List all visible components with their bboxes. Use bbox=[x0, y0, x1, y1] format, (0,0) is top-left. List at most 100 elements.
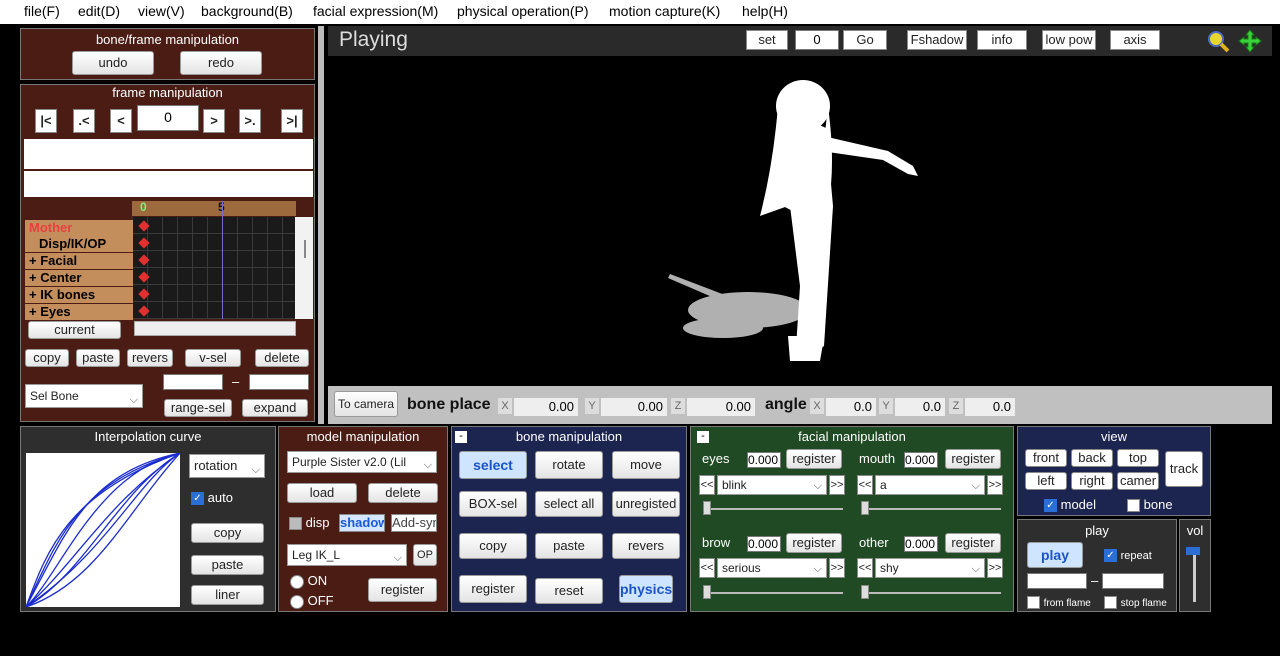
other-morph-dropdown[interactable]: shy ⌵ bbox=[875, 558, 985, 578]
view-track-button[interactable]: track bbox=[1165, 451, 1203, 487]
disp-checkbox[interactable]: disp bbox=[289, 515, 329, 531]
auto-checkbox[interactable]: ✓ auto bbox=[191, 490, 233, 506]
repeat-checkbox[interactable]: ✓ repeat bbox=[1104, 547, 1152, 563]
other-value-field[interactable]: 0.000 bbox=[904, 536, 938, 552]
volume-slider[interactable] bbox=[1193, 548, 1196, 602]
from-frame-input[interactable] bbox=[1027, 573, 1087, 589]
eyes-slider[interactable] bbox=[703, 508, 843, 510]
mouth-slider-knob[interactable] bbox=[861, 501, 869, 515]
brow-next-button[interactable]: >> bbox=[829, 558, 845, 578]
shadow-button[interactable]: shadow bbox=[339, 514, 385, 532]
mouth-value-field[interactable]: 0.000 bbox=[904, 452, 938, 468]
eyes-slider-knob[interactable] bbox=[703, 501, 711, 515]
frame-paste-button[interactable]: paste bbox=[76, 349, 120, 367]
timeline-vscrollbar[interactable] bbox=[295, 217, 313, 319]
delete-model-button[interactable]: delete bbox=[368, 483, 438, 503]
bone-reset-button[interactable]: reset bbox=[535, 578, 603, 604]
view-front-button[interactable]: front bbox=[1025, 449, 1067, 467]
mouth-register-button[interactable]: register bbox=[945, 449, 1001, 469]
stop-frame-input[interactable] bbox=[1102, 573, 1164, 589]
range-start-input[interactable] bbox=[163, 374, 223, 390]
view-top-button[interactable]: top bbox=[1117, 449, 1159, 467]
frame-revers-button[interactable]: revers bbox=[127, 349, 173, 367]
track-ik-bones[interactable]: + IK bones bbox=[25, 287, 133, 303]
mouth-next-button[interactable]: >> bbox=[987, 475, 1003, 495]
mouth-morph-dropdown[interactable]: a ⌵ bbox=[875, 475, 985, 495]
menu-physical-operation[interactable]: physical operation(P) bbox=[457, 3, 589, 19]
mouth-slider[interactable] bbox=[861, 508, 1001, 510]
angle-z-field[interactable]: 0.0 bbox=[965, 398, 1015, 416]
select-button[interactable]: select bbox=[459, 451, 527, 479]
view-camera-button[interactable]: camer bbox=[1117, 472, 1159, 490]
sel-bone-dropdown[interactable]: Sel Bone ⌵ bbox=[25, 384, 143, 408]
stop-flame-checkbox[interactable]: stop flame bbox=[1104, 594, 1167, 610]
v-sel-button[interactable]: v-sel bbox=[185, 349, 241, 367]
angle-x-field[interactable]: 0.0 bbox=[826, 398, 876, 416]
other-slider[interactable] bbox=[861, 592, 1001, 594]
brow-value-field[interactable]: 0.000 bbox=[747, 536, 781, 552]
first-frame-button[interactable]: |< bbox=[35, 109, 57, 133]
menu-facial-expression[interactable]: facial expression(M) bbox=[313, 3, 438, 19]
mouth-prev-button[interactable]: << bbox=[857, 475, 873, 495]
bone-revers-button[interactable]: revers bbox=[612, 533, 680, 559]
menu-background[interactable]: background(B) bbox=[201, 3, 293, 19]
model-select-dropdown[interactable]: Purple Sister v2.0 (Lil ⌵ bbox=[287, 451, 437, 473]
to-camera-button[interactable]: To camera bbox=[334, 391, 398, 417]
frame-number-input[interactable]: 0 bbox=[137, 105, 199, 131]
liner-button[interactable]: liner bbox=[191, 585, 264, 605]
box-sel-button[interactable]: BOX-sel bbox=[459, 491, 527, 517]
physics-button[interactable]: physics bbox=[619, 575, 673, 603]
axis-button[interactable]: axis bbox=[1110, 30, 1160, 50]
eyes-register-button[interactable]: register bbox=[786, 449, 842, 469]
eyes-value-field[interactable]: 0.000 bbox=[747, 452, 781, 468]
play-button[interactable]: play bbox=[1027, 542, 1083, 568]
track-mother[interactable]: Mother bbox=[25, 220, 133, 236]
timeline-hscrollbar[interactable] bbox=[134, 321, 296, 336]
prev-frame-button[interactable]: < bbox=[110, 109, 132, 133]
frame-copy-button[interactable]: copy bbox=[25, 349, 69, 367]
next-key-button[interactable]: >. bbox=[239, 109, 261, 133]
select-all-button[interactable]: select all bbox=[535, 491, 603, 517]
redo-button[interactable]: redo bbox=[180, 51, 262, 75]
view-left-button[interactable]: left bbox=[1025, 472, 1067, 490]
interp-paste-button[interactable]: paste bbox=[191, 555, 264, 575]
place-z-field[interactable]: 0.00 bbox=[687, 398, 755, 416]
3d-viewport[interactable] bbox=[328, 56, 1272, 386]
place-y-field[interactable]: 0.00 bbox=[601, 398, 667, 416]
rotate-button[interactable]: rotate bbox=[535, 451, 603, 479]
brow-slider-knob[interactable] bbox=[703, 585, 711, 599]
bone-copy-button[interactable]: copy bbox=[459, 533, 527, 559]
angle-y-field[interactable]: 0.0 bbox=[895, 398, 945, 416]
model-register-button[interactable]: register bbox=[368, 578, 437, 602]
off-radio[interactable]: OFF bbox=[290, 593, 334, 609]
brow-slider[interactable] bbox=[703, 592, 843, 594]
brow-register-button[interactable]: register bbox=[786, 533, 842, 553]
timeline-grid[interactable] bbox=[132, 217, 296, 319]
view-model-checkbox[interactable]: ✓ model bbox=[1044, 497, 1096, 513]
set-button[interactable]: set bbox=[746, 30, 788, 50]
unregisted-button[interactable]: unregisted bbox=[612, 491, 680, 517]
track-center[interactable]: + Center bbox=[25, 270, 133, 286]
track-disp-ik-op[interactable]: Disp/IK/OP bbox=[25, 236, 133, 252]
bone-register-button[interactable]: register bbox=[459, 575, 527, 603]
from-flame-checkbox[interactable]: from flame bbox=[1027, 594, 1091, 610]
view-back-button[interactable]: back bbox=[1071, 449, 1113, 467]
brow-prev-button[interactable]: << bbox=[699, 558, 715, 578]
interp-copy-button[interactable]: copy bbox=[191, 523, 264, 543]
menu-edit[interactable]: edit(D) bbox=[78, 3, 120, 19]
add-syn-button[interactable]: Add-syn bbox=[391, 514, 437, 532]
volume-slider-knob[interactable] bbox=[1186, 547, 1200, 555]
menu-help[interactable]: help(H) bbox=[742, 3, 788, 19]
bone-paste-button[interactable]: paste bbox=[535, 533, 603, 559]
op-button[interactable]: OP bbox=[413, 544, 437, 566]
eyes-prev-button[interactable]: << bbox=[699, 475, 715, 495]
menu-view[interactable]: view(V) bbox=[138, 3, 185, 19]
bone-select-dropdown[interactable]: Leg IK_L ⌵ bbox=[287, 544, 407, 566]
brow-morph-dropdown[interactable]: serious ⌵ bbox=[717, 558, 827, 578]
eyes-morph-dropdown[interactable]: blink ⌵ bbox=[717, 475, 827, 495]
info-button[interactable]: info bbox=[977, 30, 1027, 50]
menu-motion-capture[interactable]: motion capture(K) bbox=[609, 3, 720, 19]
other-prev-button[interactable]: << bbox=[857, 558, 873, 578]
current-button[interactable]: current bbox=[28, 321, 121, 339]
next-frame-button[interactable]: > bbox=[203, 109, 225, 133]
